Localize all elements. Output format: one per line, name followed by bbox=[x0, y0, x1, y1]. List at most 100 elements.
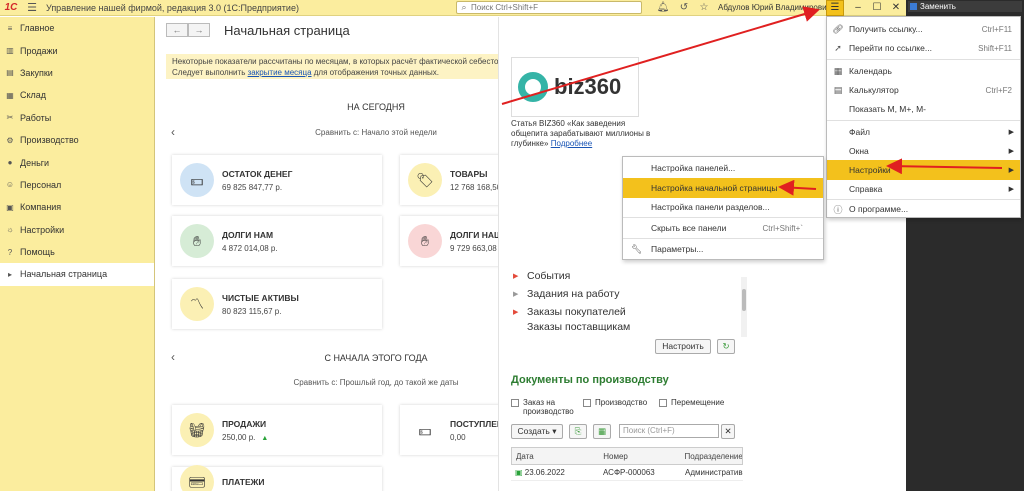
list-item[interactable]: ▶ Заказы покупателей bbox=[513, 303, 630, 321]
background-tab: Заменить bbox=[908, 1, 1022, 12]
scrollbar-thumb[interactable] bbox=[742, 289, 746, 311]
menu-item-show-memory[interactable]: Показать М, М+, М- bbox=[827, 99, 1020, 119]
menu-separator bbox=[827, 120, 1020, 121]
menu-separator bbox=[827, 59, 1020, 60]
card-payments[interactable]: 💳︎ ПЛАТЕЖИ bbox=[172, 465, 382, 491]
column-date[interactable]: Дата bbox=[512, 452, 599, 461]
card-value: 250,00 р. bbox=[222, 432, 256, 442]
tag-icon: 🏷︎ bbox=[408, 163, 442, 197]
card-receivables[interactable]: ✋︎ ДОЛГИ НАМ 4 872 014,08 р. bbox=[172, 216, 382, 266]
menu-item-settings[interactable]: Настройки ▶ bbox=[827, 160, 1020, 180]
sidebar-item-works[interactable]: ✂ Работы bbox=[0, 107, 154, 129]
close-icon[interactable]: ✕ bbox=[888, 0, 904, 16]
list-item[interactable]: ▶ Задания на работу bbox=[513, 285, 630, 303]
sidebar-item-home[interactable]: ▸ Начальная страница bbox=[0, 263, 154, 286]
card-title: ПЛАТЕЖИ bbox=[222, 477, 265, 487]
submenu-item-panels[interactable]: Настройка панелей... bbox=[623, 158, 823, 178]
user-name[interactable]: Абдулов Юрий Владимирович bbox=[718, 3, 831, 12]
menu-item-calendar[interactable]: ▦ Календарь bbox=[827, 61, 1020, 81]
list-item[interactable]: ▶ События bbox=[513, 267, 630, 285]
sidebar-item-label: Закупки bbox=[20, 67, 53, 78]
biz360-logo-icon bbox=[518, 72, 548, 102]
menu-item-shortcut: Shift+F11 bbox=[978, 43, 1012, 53]
sidebar-item-warehouse[interactable]: ▦ Склад bbox=[0, 84, 154, 106]
article-more-link[interactable]: Подробнее bbox=[551, 139, 593, 148]
notice-text-before: Следует выполнить bbox=[172, 68, 248, 77]
card-value: 4 872 014,08 р. bbox=[222, 243, 278, 253]
menu-item-help[interactable]: Справка ▶ bbox=[827, 179, 1020, 199]
menu-item-windows[interactable]: Окна ▶ bbox=[827, 141, 1020, 161]
page-title: Начальная страница bbox=[224, 23, 350, 38]
configure-button[interactable]: Настроить bbox=[655, 339, 711, 354]
checkbox-order[interactable]: Заказ на производство bbox=[511, 398, 577, 416]
menu-item-get-link[interactable]: 🔗︎ Получить ссылку... Ctrl+F11 bbox=[827, 19, 1020, 39]
sidebar-item-production[interactable]: ⚙ Производство bbox=[0, 129, 154, 151]
column-number[interactable]: Номер bbox=[599, 452, 680, 461]
notice-text-after: для отображения точных данных. bbox=[311, 68, 439, 77]
sidebar-item-company[interactable]: ▣ Компания bbox=[0, 196, 154, 218]
submenu-item-home-page-settings[interactable]: Настройка начальной страницы bbox=[623, 178, 823, 198]
sidebar-item-label: Компания bbox=[20, 202, 62, 213]
minimize-icon[interactable]: – bbox=[850, 0, 866, 16]
card-cash-balance[interactable]: 💵︎ ОСТАТОК ДЕНЕГ 69 825 847,77 р. bbox=[172, 155, 382, 205]
checkbox-box[interactable] bbox=[583, 399, 591, 407]
card-net-assets[interactable]: 〽 ЧИСТЫЕ АКТИВЫ 80 823 115,67 р. bbox=[172, 279, 382, 329]
list-item[interactable]: Заказы поставщикам bbox=[513, 321, 630, 331]
triangle-right-icon: ▶ bbox=[513, 291, 519, 298]
star-icon[interactable]: ☆ bbox=[697, 1, 711, 15]
submenu-item-sections-panel[interactable]: Настройка панели разделов... bbox=[623, 197, 823, 217]
sidebar-item-help[interactable]: ? Помощь bbox=[0, 241, 154, 263]
sidebar-item-staff[interactable]: ☺ Персонал bbox=[0, 174, 154, 196]
checkbox-box[interactable] bbox=[659, 399, 667, 407]
events-scrollbar[interactable] bbox=[741, 277, 747, 337]
menu-item-label: Показать М, М+, М- bbox=[849, 104, 926, 114]
bell-icon[interactable]: 🔔︎ bbox=[656, 1, 670, 15]
docs-table-header: Дата Номер Подразделение bbox=[511, 447, 743, 465]
chart-icon: ▥ bbox=[6, 46, 14, 56]
create-button[interactable]: Создать ▾ bbox=[511, 424, 563, 439]
menu-item-file[interactable]: Файл ▶ bbox=[827, 122, 1020, 142]
close-month-link[interactable]: закрытие месяца bbox=[248, 68, 312, 77]
menu-item-label: Настройка начальной страницы bbox=[651, 183, 778, 193]
hamburger-icon[interactable]: ☰ bbox=[22, 1, 42, 14]
card-value: 69 825 847,77 р. bbox=[222, 182, 283, 192]
sidebar-item-sales[interactable]: ▥ Продажи bbox=[0, 39, 154, 61]
menu-item-label: Калькулятор bbox=[849, 85, 899, 95]
clear-search-icon[interactable]: ✕ bbox=[721, 424, 735, 439]
menu-item-label: Настройка панели разделов... bbox=[651, 202, 770, 212]
sidebar-item-label: Производство bbox=[20, 135, 79, 146]
main-menu-button[interactable]: ☰ bbox=[826, 0, 844, 16]
sidebar-item-money[interactable]: ● Деньги bbox=[0, 151, 154, 173]
copy-icon[interactable]: ⎘ bbox=[569, 424, 587, 439]
app-icon bbox=[910, 3, 917, 10]
forward-button[interactable]: → bbox=[188, 23, 210, 37]
checkbox-transfer[interactable]: Перемещение bbox=[659, 398, 724, 407]
biz360-banner[interactable]: biz360 bbox=[511, 57, 639, 117]
cell-date-value: 23.06.2022 bbox=[524, 468, 565, 477]
refresh-button[interactable]: ↻ bbox=[717, 339, 735, 354]
back-button[interactable]: ← bbox=[166, 23, 188, 37]
column-dept[interactable]: Подразделение bbox=[681, 452, 742, 461]
checkbox-box[interactable] bbox=[511, 399, 519, 407]
menu-item-calculator[interactable]: ▤ Калькулятор Ctrl+F2 bbox=[827, 80, 1020, 100]
checkbox-production[interactable]: Производство bbox=[583, 398, 647, 407]
sidebar-item-purchases[interactable]: ▤ Закупки bbox=[0, 62, 154, 84]
table-icon[interactable]: ▦ bbox=[593, 424, 611, 439]
history-icon[interactable]: ↺ bbox=[677, 1, 691, 15]
global-search-input[interactable] bbox=[471, 3, 639, 12]
card-title: ПРОДАЖИ bbox=[222, 418, 267, 429]
sidebar-item-main[interactable]: ≡ Главное bbox=[0, 17, 154, 39]
calculator-icon: ▤ bbox=[833, 84, 843, 95]
submenu-item-parameters[interactable]: 🔧︎ Параметры... bbox=[623, 239, 823, 259]
maximize-icon[interactable]: ☐ bbox=[869, 0, 885, 16]
menu-item-about[interactable]: ⓘ О программе... bbox=[827, 199, 1020, 219]
global-search[interactable]: ⌕ bbox=[456, 1, 642, 14]
table-row[interactable]: ▣ 23.06.2022 АСФР-000063 Административ bbox=[511, 465, 743, 481]
card-title: ОСТАТОК ДЕНЕГ bbox=[222, 168, 293, 179]
sidebar-item-settings[interactable]: ☼ Настройки bbox=[0, 219, 154, 241]
doc-search-input[interactable]: Поиск (Ctrl+F) bbox=[619, 424, 719, 438]
submenu-item-hide-panels[interactable]: Скрыть все панели Ctrl+Shift+` bbox=[623, 218, 823, 238]
card-sales[interactable]: 🧺︎ ПРОДАЖИ 250,00 р. ▲ bbox=[172, 405, 382, 455]
hand-money-icon: ✋︎ bbox=[180, 224, 214, 258]
menu-item-go-link[interactable]: ➚ Перейти по ссылке... Shift+F11 bbox=[827, 38, 1020, 58]
